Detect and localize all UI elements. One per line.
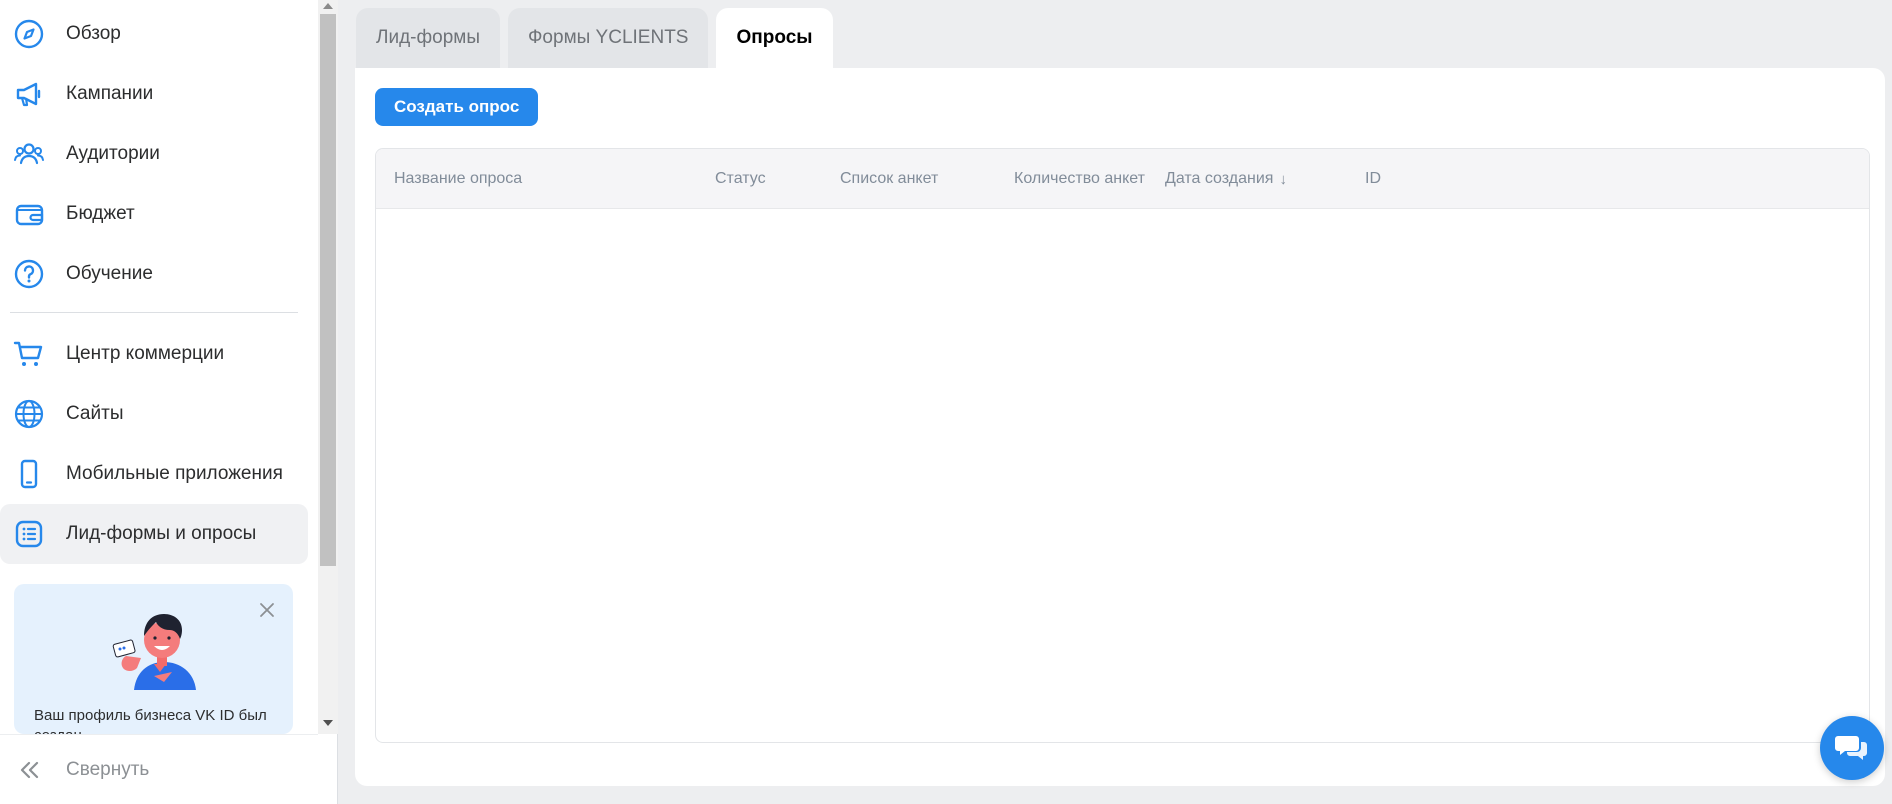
double-chevron-left-icon [20,761,39,778]
sidebar-item-mobile-apps[interactable]: Мобильные приложения [0,444,308,504]
sidebar: Обзор Кампании Аудитории Бюджет Обучение… [0,0,338,804]
sidebar-item-label: Сайты [66,403,124,424]
sidebar-scrollbar[interactable] [318,0,338,734]
tab-surveys[interactable]: Опросы [716,8,833,68]
main-content: Лид-формы Формы YCLIENTS Опросы Создать … [338,0,1892,804]
tabs: Лид-формы Формы YCLIENTS Опросы [356,8,833,68]
tab-lead-forms[interactable]: Лид-формы [356,8,500,68]
column-header-label: ID [1365,170,1381,187]
smartphone-icon [12,457,46,491]
column-header-label: Количество анкет [1014,170,1145,187]
column-header-forms-list[interactable]: Список анкет [840,149,938,209]
sidebar-item-label: Центр коммерции [66,343,225,364]
sidebar-item-campaigns[interactable]: Кампании [0,64,308,124]
scroll-up-icon[interactable] [323,3,333,9]
sidebar-divider [10,312,298,313]
collapse-label: Свернуть [66,758,150,780]
person-illustration [112,614,196,690]
surveys-table: Название опроса Статус Список анкет Коли… [375,148,1870,743]
app-root: Обзор Кампании Аудитории Бюджет Обучение… [0,0,1892,804]
cart-icon [12,337,46,371]
column-header-forms-count[interactable]: Количество анкет [1014,149,1145,209]
create-survey-button[interactable]: Создать опрос [375,88,539,126]
column-header-label: Список анкет [840,170,939,187]
column-header-id[interactable]: ID [1365,149,1381,209]
sidebar-item-label: Кампании [66,83,154,104]
column-header-label: Дата создания [1165,170,1274,187]
surveys-panel: Создать опрос Название опроса Статус Спи… [355,68,1885,786]
sidebar-item-label: Лид-формы и опросы [66,523,257,544]
column-header-name[interactable]: Название опроса [394,149,522,209]
sidebar-item-learning[interactable]: Обучение [0,244,308,304]
scroll-thumb[interactable] [320,14,336,566]
column-header-created-date[interactable]: Дата создания ↓ [1165,149,1287,209]
promo-card: Ваш профиль бизнеса VK ID был создан [14,584,293,734]
chat-button[interactable] [1820,716,1884,780]
sidebar-item-sites[interactable]: Сайты [0,384,308,444]
sidebar-item-label: Обзор [66,23,121,44]
table-header: Название опроса Статус Список анкет Коли… [376,149,1869,209]
compass-icon [12,17,46,51]
sidebar-item-overview[interactable]: Обзор [0,4,308,64]
sidebar-item-label: Мобильные приложения [66,463,283,484]
column-header-label: Название опроса [394,170,523,187]
scroll-down-icon[interactable] [323,720,333,726]
sidebar-item-commerce[interactable]: Центр коммерции [0,324,308,384]
sidebar-item-label: Обучение [66,263,153,284]
users-icon [12,137,46,171]
promo-text: Ваш профиль бизнеса VK ID был создан [34,707,267,734]
chat-icon [1835,736,1867,760]
sidebar-item-label: Аудитории [66,143,160,164]
close-icon[interactable] [259,602,275,618]
list-icon [12,517,46,551]
sidebar-item-audiences[interactable]: Аудитории [0,124,308,184]
sidebar-item-label: Бюджет [66,203,135,224]
tab-yclients-forms[interactable]: Формы YCLIENTS [507,8,709,68]
sidebar-item-budget[interactable]: Бюджет [0,184,308,244]
sort-down-icon: ↓ [1279,170,1287,188]
wallet-icon [12,197,46,231]
megaphone-icon [12,77,46,111]
sidebar-item-lead-forms[interactable]: Лид-формы и опросы [0,504,308,564]
globe-icon [12,397,46,431]
column-header-status[interactable]: Статус [715,149,766,209]
column-header-label: Статус [715,170,766,187]
collapse-button[interactable]: Свернуть [0,734,318,804]
question-circle-icon [12,257,46,291]
